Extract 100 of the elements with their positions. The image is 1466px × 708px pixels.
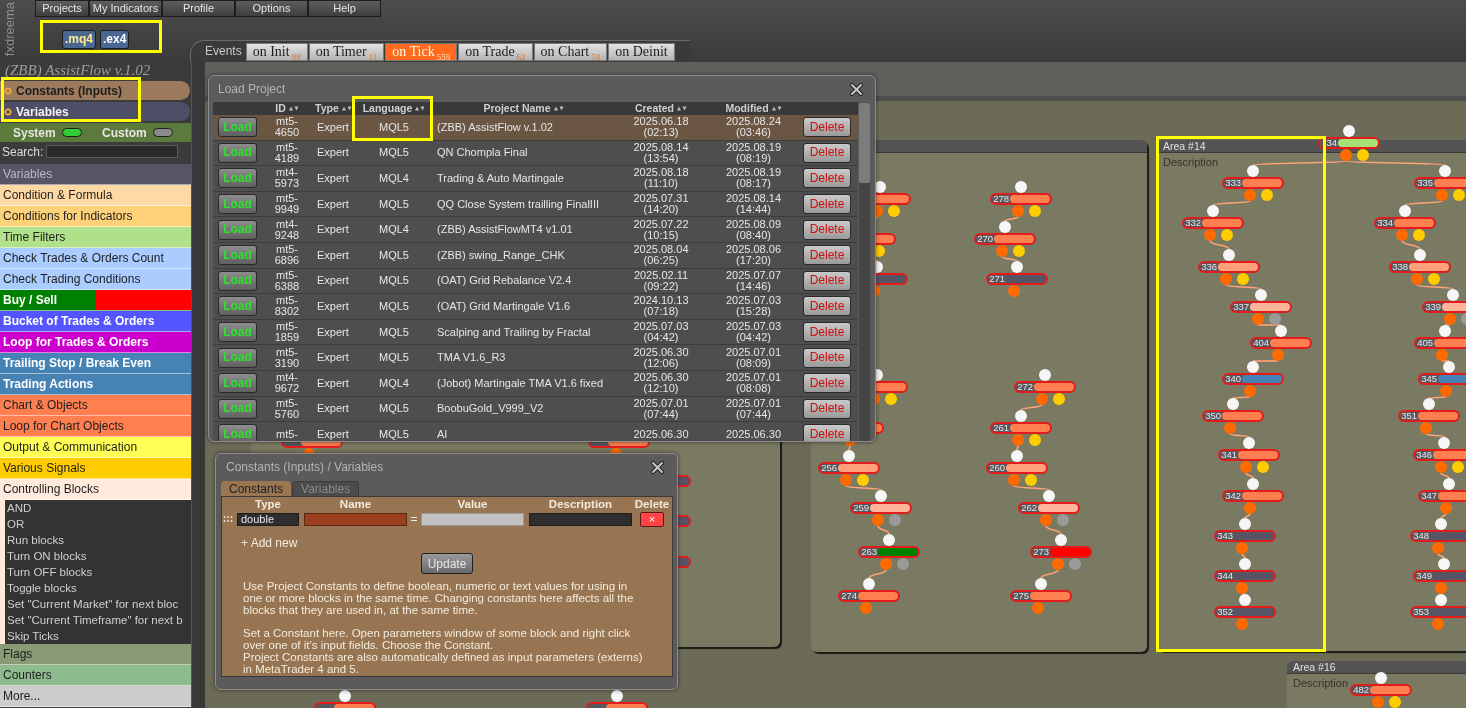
menu-item[interactable]: My Indicators	[89, 0, 162, 17]
block-list-item[interactable]: Turn ON blocks	[7, 548, 87, 564]
block-node[interactable]: 352	[1214, 606, 1276, 618]
block-node[interactable]: 340	[1222, 373, 1284, 385]
category-item[interactable]: Flags	[0, 644, 191, 665]
block-node[interactable]: 278	[990, 193, 1052, 205]
block-node[interactable]: 274	[838, 590, 900, 602]
type-select[interactable]: double	[237, 512, 299, 526]
block-node[interactable]: 351	[1398, 410, 1460, 422]
file-type-button[interactable]: .mq4	[62, 30, 96, 49]
name-field[interactable]	[304, 512, 407, 526]
category-item[interactable]: Check Trades & Orders Count	[0, 248, 191, 269]
block-node[interactable]: 350	[1202, 410, 1264, 422]
scrollbar[interactable]	[859, 103, 870, 441]
block-node[interactable]: 270	[974, 233, 1036, 245]
block-node[interactable]: 405	[1414, 337, 1466, 349]
menu-item[interactable]: Options	[235, 0, 308, 17]
add-new-link[interactable]: + Add new	[241, 536, 298, 550]
toggle-switch[interactable]	[152, 128, 173, 137]
block-node[interactable]: 262	[1018, 502, 1080, 514]
block-node[interactable]: 271	[986, 273, 1048, 285]
block-node[interactable]: 275	[1010, 590, 1072, 602]
category-item[interactable]: Time Filters	[0, 227, 191, 248]
block-node[interactable]: 259	[850, 502, 912, 514]
block-node[interactable]: 347	[1418, 490, 1466, 502]
block-node[interactable]: 342	[1222, 490, 1284, 502]
block-list-item[interactable]: Run blocks	[7, 532, 64, 548]
block-node[interactable]: 349	[1413, 570, 1466, 582]
block-node[interactable]: 260	[986, 462, 1048, 474]
category-item[interactable]: Trading Actions	[0, 374, 191, 395]
block-list-item[interactable]: OR	[7, 516, 25, 532]
search-field[interactable]	[46, 145, 179, 158]
drag-handle-icon[interactable]	[223, 515, 233, 523]
menu-item[interactable]: Help	[308, 0, 381, 17]
file-type-button[interactable]: .ex4	[100, 30, 130, 49]
sort-icon[interactable]	[415, 106, 426, 111]
block-node[interactable]: 256	[818, 462, 880, 474]
description-field[interactable]	[529, 512, 632, 526]
category-item[interactable]: Trailing Stop / Break Even	[0, 353, 191, 374]
block-node[interactable]: 338	[1389, 261, 1451, 273]
block-list-item[interactable]: AND	[7, 500, 32, 516]
event-tab[interactable]: on Trade$_{62}$	[458, 43, 533, 61]
block-node[interactable]: 334	[1374, 217, 1436, 229]
category-item[interactable]: Buy / Sell	[0, 290, 191, 311]
sort-icon[interactable]	[771, 106, 782, 111]
column-header[interactable]: Created	[634, 102, 688, 115]
sort-icon[interactable]	[553, 106, 564, 111]
category-item[interactable]: Loop for Chart Objects	[0, 416, 191, 437]
block-node[interactable]: 339	[1422, 301, 1466, 313]
category-item[interactable]: Controlling Blocks	[0, 479, 191, 500]
close-icon[interactable]	[850, 82, 863, 96]
close-icon[interactable]	[651, 460, 664, 474]
block-node[interactable]: 263	[858, 546, 920, 558]
block-node[interactable]: 348	[1410, 530, 1466, 542]
block-node[interactable]: 341	[1218, 449, 1280, 461]
scrollbar-thumb[interactable]	[859, 103, 870, 183]
column-header[interactable]: Modified	[725, 102, 782, 115]
block-node[interactable]: 333	[1222, 177, 1284, 189]
block-node[interactable]: 337	[1230, 301, 1292, 313]
block-list-item[interactable]: Toggle blocks	[7, 580, 77, 596]
column-header[interactable]: Project Name	[483, 102, 564, 115]
block-list-item[interactable]: Turn OFF blocks	[7, 564, 93, 580]
block-node[interactable]: 261	[990, 422, 1052, 434]
column-header[interactable]: Language	[362, 102, 426, 115]
column-header[interactable]: Type	[315, 102, 352, 115]
block-node[interactable]: 273	[1030, 546, 1092, 558]
block-node[interactable]: 353	[1410, 606, 1466, 618]
sidebar-section[interactable]: Constants (Inputs)	[0, 81, 190, 100]
event-tab[interactable]: on Init$_{88}$	[245, 43, 308, 61]
block-node[interactable]: 335	[1414, 177, 1466, 189]
dialog-tab[interactable]: Constants	[221, 481, 292, 496]
sort-icon[interactable]	[288, 106, 299, 111]
block-node[interactable]: 346	[1413, 449, 1466, 461]
block-node[interactable]: 344	[1214, 570, 1276, 582]
category-item[interactable]: Chart & Objects	[0, 395, 191, 416]
block-node[interactable]: 272	[1014, 381, 1076, 393]
block-list-item[interactable]: Skip Ticks	[7, 628, 59, 644]
block-node[interactable]: 343	[1214, 530, 1276, 542]
category-item[interactable]: Variables	[0, 164, 191, 185]
category-item[interactable]: Loop for Trades & Orders	[0, 332, 191, 353]
block-node[interactable]: 482	[1350, 684, 1412, 696]
column-header[interactable]: ID	[275, 102, 299, 115]
block-list-item[interactable]: Set "Current Market" for next bloc	[7, 596, 179, 612]
toggle-switch[interactable]	[61, 128, 82, 137]
sort-icon[interactable]	[341, 106, 352, 111]
value-field[interactable]	[421, 512, 524, 526]
category-item[interactable]: Conditions for Indicators	[0, 206, 191, 227]
event-tab[interactable]: on Timer$_{11}$	[308, 43, 385, 61]
sort-icon[interactable]	[677, 106, 688, 111]
menu-item[interactable]: Projects	[35, 0, 89, 17]
block-node[interactable]: 332	[1182, 217, 1244, 229]
block-node[interactable]: 345	[1418, 373, 1466, 385]
category-item[interactable]: Condition & Formula	[0, 185, 191, 206]
category-item[interactable]: More...	[0, 686, 191, 707]
event-tab[interactable]: on Deinit	[608, 43, 675, 61]
block-node[interactable]: 336	[1198, 261, 1260, 273]
block-node[interactable]: 404	[1250, 337, 1312, 349]
category-item[interactable]: Counters	[0, 665, 191, 686]
menu-item[interactable]: Profile	[162, 0, 235, 17]
event-tab[interactable]: on Chart$_{74}$	[533, 43, 608, 61]
